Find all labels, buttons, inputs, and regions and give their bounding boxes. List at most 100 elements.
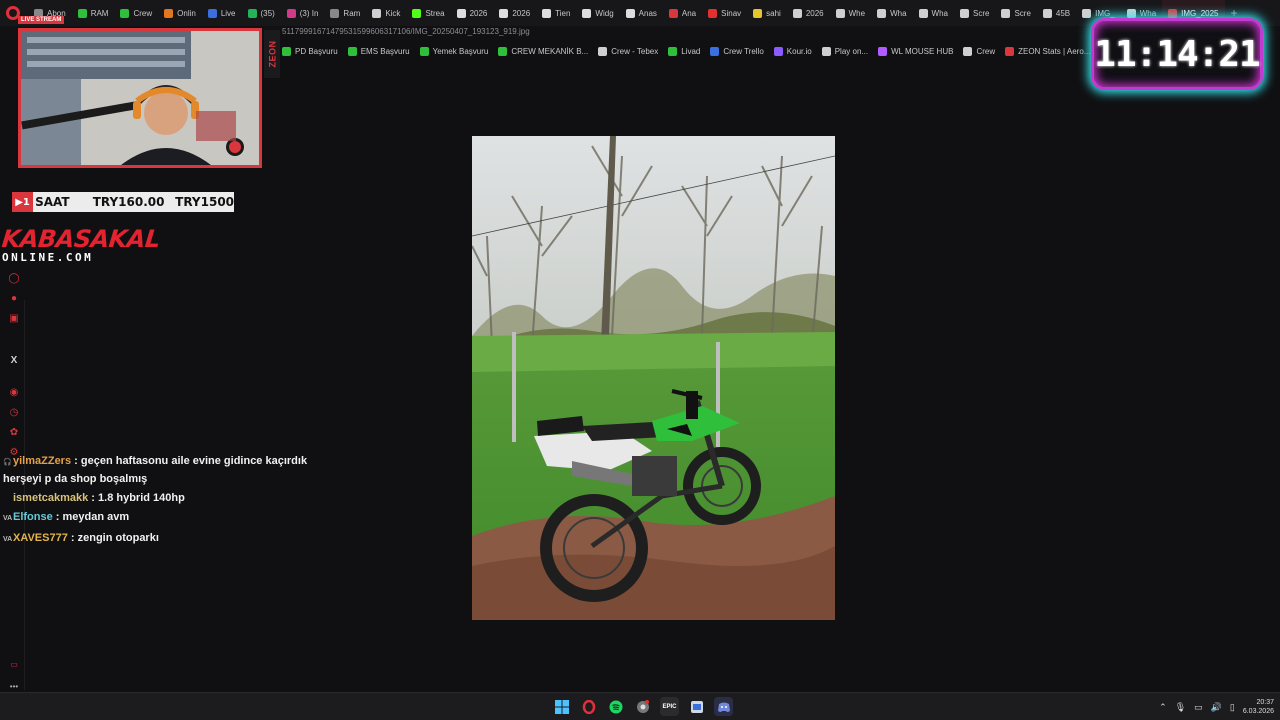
tab-label: sahi xyxy=(766,8,781,18)
app-window-icon[interactable] xyxy=(687,697,706,716)
browser-tab[interactable]: Wha xyxy=(871,0,912,26)
bookmark-item[interactable]: Crew Trello xyxy=(710,46,764,56)
bookmark-item[interactable]: PD Başvuru xyxy=(282,46,338,56)
browser-tab[interactable]: Sinav xyxy=(702,0,747,26)
tab-label: 2026 xyxy=(805,8,824,18)
browser-tab[interactable]: Ana xyxy=(663,0,702,26)
webcam-feed xyxy=(21,31,259,165)
bookmark-favicon-icon xyxy=(710,46,720,56)
tab-label: Strea xyxy=(425,8,445,18)
browser-tab[interactable]: RAM xyxy=(72,0,115,26)
kabasakal-logo: KABASAKAL ONLINE.COM xyxy=(0,225,162,264)
tab-label: Wha xyxy=(890,8,907,18)
chat-username[interactable]: XAVES777 xyxy=(13,532,68,544)
chat-username[interactable]: yilmaZZers xyxy=(13,455,71,467)
browser-tab[interactable]: 2026 xyxy=(787,0,830,26)
bookmark-item[interactable]: EMS Başvuru xyxy=(347,46,410,56)
browser-tab[interactable]: Kick xyxy=(366,0,406,26)
bookmark-label: CREW MEKANİK B... xyxy=(511,46,589,56)
tab-label: Whe xyxy=(848,8,866,18)
battery-icon[interactable]: ▯ xyxy=(1230,702,1235,713)
tab-favicon-icon xyxy=(77,8,87,18)
system-tray: ⌃ 🎙 ▭ 🔊 ▯ 20:37 6.03.2026 xyxy=(1159,698,1274,716)
browser-tab[interactable]: Live xyxy=(202,0,242,26)
tab-label: IMG_2025 xyxy=(1181,8,1219,18)
collapse-icon[interactable]: ▭ xyxy=(8,658,20,670)
tab-favicon-icon xyxy=(164,8,174,18)
tab-favicon-icon xyxy=(753,8,763,18)
screen: Abon RAM Crew Onlin Live (35) (3) In Ram Kick Str… xyxy=(0,0,1280,720)
network-icon[interactable]: ▭ xyxy=(1194,702,1203,713)
chat-username[interactable]: ismetcakmakk xyxy=(13,492,88,504)
x-twitter-icon[interactable]: X xyxy=(8,354,20,366)
tab-label: Wha xyxy=(1139,8,1157,18)
extensions-icon[interactable]: ✿ xyxy=(8,426,20,438)
viewed-image xyxy=(472,136,835,620)
tab-favicon-icon xyxy=(582,8,592,18)
spotify-icon[interactable] xyxy=(606,697,625,716)
browser-tab[interactable]: sahi xyxy=(747,0,787,26)
messenger-icon[interactable]: ● xyxy=(8,292,20,304)
tab-favicon-icon xyxy=(792,8,802,18)
tab-label: Widg xyxy=(595,8,614,18)
tab-favicon-icon xyxy=(207,8,217,18)
browser-tab[interactable]: Ram xyxy=(324,0,366,26)
tab-label: Scre xyxy=(1014,8,1031,18)
tab-label: (3) In xyxy=(299,8,319,18)
browser-tab[interactable]: (35) xyxy=(242,0,281,26)
tab-favicon-icon xyxy=(286,8,296,18)
bookmark-item[interactable]: CREW MEKANİK B... xyxy=(498,46,589,56)
epic-games-icon[interactable]: EPIC xyxy=(660,697,679,716)
more-icon[interactable]: ••• xyxy=(8,680,20,692)
volume-icon[interactable]: 🔊 xyxy=(1211,702,1222,713)
player-icon[interactable]: ◉ xyxy=(8,386,20,398)
chat-username[interactable]: Elfonse xyxy=(13,511,53,523)
browser-tab[interactable]: 45B xyxy=(1037,0,1076,26)
chat-message: ismetcakmakk : 1.8 hybrid 140hp xyxy=(13,492,185,504)
tab-label: Ana xyxy=(681,8,697,18)
opera-gx-icon[interactable] xyxy=(579,697,598,716)
dirt-bike-photo xyxy=(472,136,835,620)
chevron-up-icon[interactable]: ⌃ xyxy=(1159,702,1167,713)
bookmark-item[interactable]: ZEON Stats | Aero... xyxy=(1005,46,1090,56)
bookmark-label: EMS Başvuru xyxy=(360,46,410,56)
bookmark-item[interactable]: Crew xyxy=(963,46,995,56)
stream-timer: 11:14:21 xyxy=(1091,18,1263,90)
clock-icon[interactable]: ◷ xyxy=(8,406,20,418)
chrome-icon[interactable] xyxy=(633,697,652,716)
tab-favicon-icon xyxy=(542,8,552,18)
bookmark-item[interactable]: Crew - Tebex xyxy=(598,46,659,56)
browser-tab[interactable]: 2026 xyxy=(451,0,494,26)
browser-tab[interactable]: Anas xyxy=(620,0,663,26)
browser-tab[interactable]: Crew xyxy=(114,0,158,26)
bookmark-label: Livad xyxy=(681,46,701,56)
browser-tab[interactable]: Scre xyxy=(995,0,1036,26)
browser-tab[interactable]: Scre xyxy=(954,0,995,26)
tab-label: 2026 xyxy=(469,8,488,18)
browser-tab[interactable]: Strea xyxy=(406,0,450,26)
tab-favicon-icon xyxy=(1168,8,1178,18)
box-icon[interactable]: ▣ xyxy=(8,312,20,324)
browser-tab[interactable]: Widg xyxy=(576,0,619,26)
bookmark-item[interactable]: Yemek Başvuru xyxy=(419,46,488,56)
url-text[interactable]: 51179991671479531599606317106/IMG_202504… xyxy=(282,27,530,36)
chat-badge-icon: VA xyxy=(3,536,13,543)
bookmark-item[interactable]: Kour.io xyxy=(773,46,812,56)
browser-tab[interactable]: Whe xyxy=(830,0,871,26)
bookmark-item[interactable]: Play on... xyxy=(821,46,868,56)
chat-badge-icon: 🎧 xyxy=(3,459,12,466)
price-unit-label: SAAT xyxy=(35,195,70,209)
windows-start-icon[interactable] xyxy=(552,697,571,716)
bookmark-item[interactable]: WL MOUSE HUB xyxy=(878,46,953,56)
bookmark-label: Crew - Tebex xyxy=(611,46,659,56)
system-clock[interactable]: 20:37 6.03.2026 xyxy=(1243,698,1274,716)
bookmark-item[interactable]: Livad xyxy=(668,46,701,56)
browser-tab[interactable]: 2026 xyxy=(493,0,536,26)
microphone-icon[interactable]: 🎙 xyxy=(1175,702,1186,713)
browser-tab[interactable]: Tien xyxy=(536,0,576,26)
opera-sidebar-icon[interactable]: ◯ xyxy=(8,272,20,284)
browser-tab[interactable]: (3) In xyxy=(281,0,325,26)
browser-tab[interactable]: Onlin xyxy=(158,0,202,26)
browser-tab[interactable]: Wha xyxy=(913,0,954,26)
discord-icon[interactable] xyxy=(714,697,733,716)
